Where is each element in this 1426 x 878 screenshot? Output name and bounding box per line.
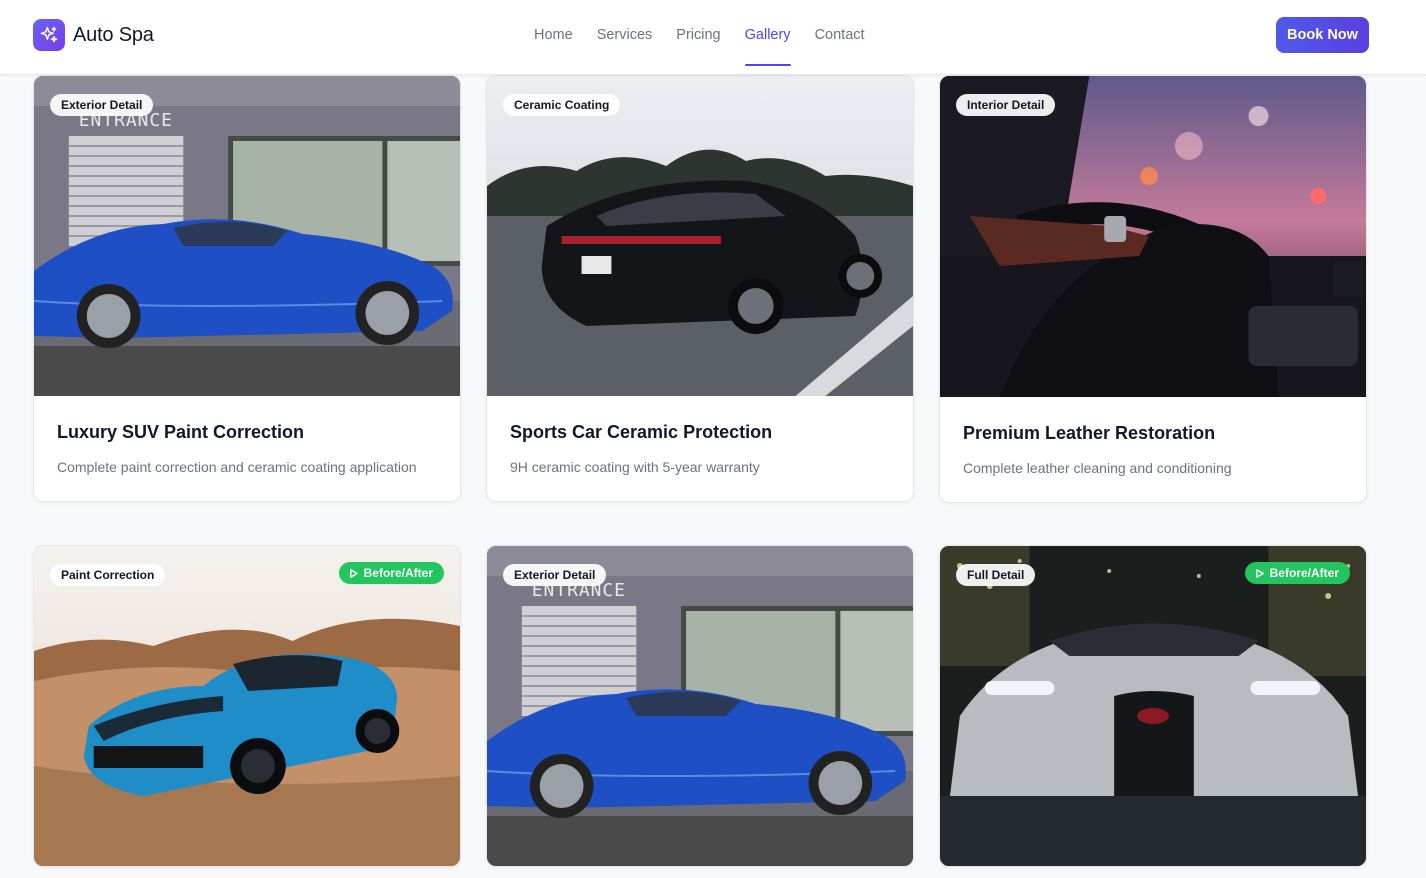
gallery-card-body: Luxury SUV Paint Correction Complete pai… (34, 396, 460, 501)
gallery-card-image: ENTRANCE Exterior Detail (34, 76, 460, 396)
gallery-card-image: Paint Correction Before/After (34, 546, 460, 866)
card-title: Premium Leather Restoration (963, 423, 1216, 443)
black-sports-car-photo (487, 76, 913, 396)
category-tag: Interior Detail (956, 94, 1056, 116)
site-header: Auto Spa Home Services Pricing Gallery C… (0, 0, 1426, 75)
sparkles-icon (33, 19, 65, 51)
before-after-badge[interactable]: Before/After (1244, 562, 1350, 584)
gallery-card[interactable]: ENTRANCE Exterior Detail (486, 545, 914, 867)
gallery-card[interactable]: Ceramic Coating Sports Car Ceramic Prote… (486, 75, 914, 502)
category-tag: Ceramic Coating (503, 94, 621, 116)
gallery-card-image: Interior Detail (940, 76, 1366, 397)
car-interior-photo (940, 76, 1366, 397)
card-description: 9H ceramic coating with 5-year warranty (510, 459, 760, 475)
gallery-card-image: Ceramic Coating (487, 76, 913, 396)
category-tag: Exterior Detail (503, 564, 607, 586)
card-title: Sports Car Ceramic Protection (510, 422, 773, 442)
nav-contact[interactable]: Contact (815, 0, 865, 75)
category-tag: Full Detail (956, 564, 1036, 586)
gallery-card[interactable]: ENTRANCE Exterior Detail Luxury SUV Pain… (33, 75, 461, 502)
gallery-card-image: ENTRANCE Exterior Detail (487, 546, 913, 866)
before-after-badge[interactable]: Before/After (338, 562, 444, 584)
gallery-card[interactable]: Paint Correction Before/After (33, 545, 461, 867)
blue-coupe-photo: ENTRANCE (487, 546, 913, 866)
card-title: Luxury SUV Paint Correction (57, 422, 305, 442)
gallery-card[interactable]: Full Detail Before/After (939, 545, 1367, 867)
blue-coupe-photo: ENTRANCE (34, 76, 460, 396)
category-tag: Paint Correction (50, 564, 166, 586)
nav-pricing[interactable]: Pricing (676, 0, 720, 75)
before-after-label: Before/After (1269, 566, 1339, 580)
nav-services[interactable]: Services (597, 0, 653, 75)
teal-muscle-car-photo (34, 546, 460, 866)
before-after-label: Before/After (363, 566, 433, 580)
brand-name: Auto Spa (73, 23, 154, 46)
silver-hypercar-photo (940, 546, 1366, 866)
category-tag: Exterior Detail (50, 94, 154, 116)
nav-gallery[interactable]: Gallery (744, 0, 791, 75)
main-nav: Home Services Pricing Gallery Contact (534, 0, 889, 75)
card-description: Complete leather cleaning and conditioni… (963, 460, 1232, 476)
brand-logo[interactable]: Auto Spa (33, 19, 154, 51)
book-now-button[interactable]: Book Now (1276, 17, 1369, 53)
play-icon (348, 567, 360, 579)
gallery-card-body: Premium Leather Restoration Complete lea… (940, 397, 1366, 502)
card-description: Complete paint correction and ceramic co… (57, 459, 417, 475)
nav-home[interactable]: Home (534, 0, 573, 75)
gallery-card-image: Full Detail Before/After (940, 546, 1366, 866)
play-icon (1254, 567, 1266, 579)
gallery-card[interactable]: Interior Detail Premium Leather Restorat… (939, 75, 1367, 503)
gallery-card-body: Sports Car Ceramic Protection 9H ceramic… (487, 396, 913, 501)
